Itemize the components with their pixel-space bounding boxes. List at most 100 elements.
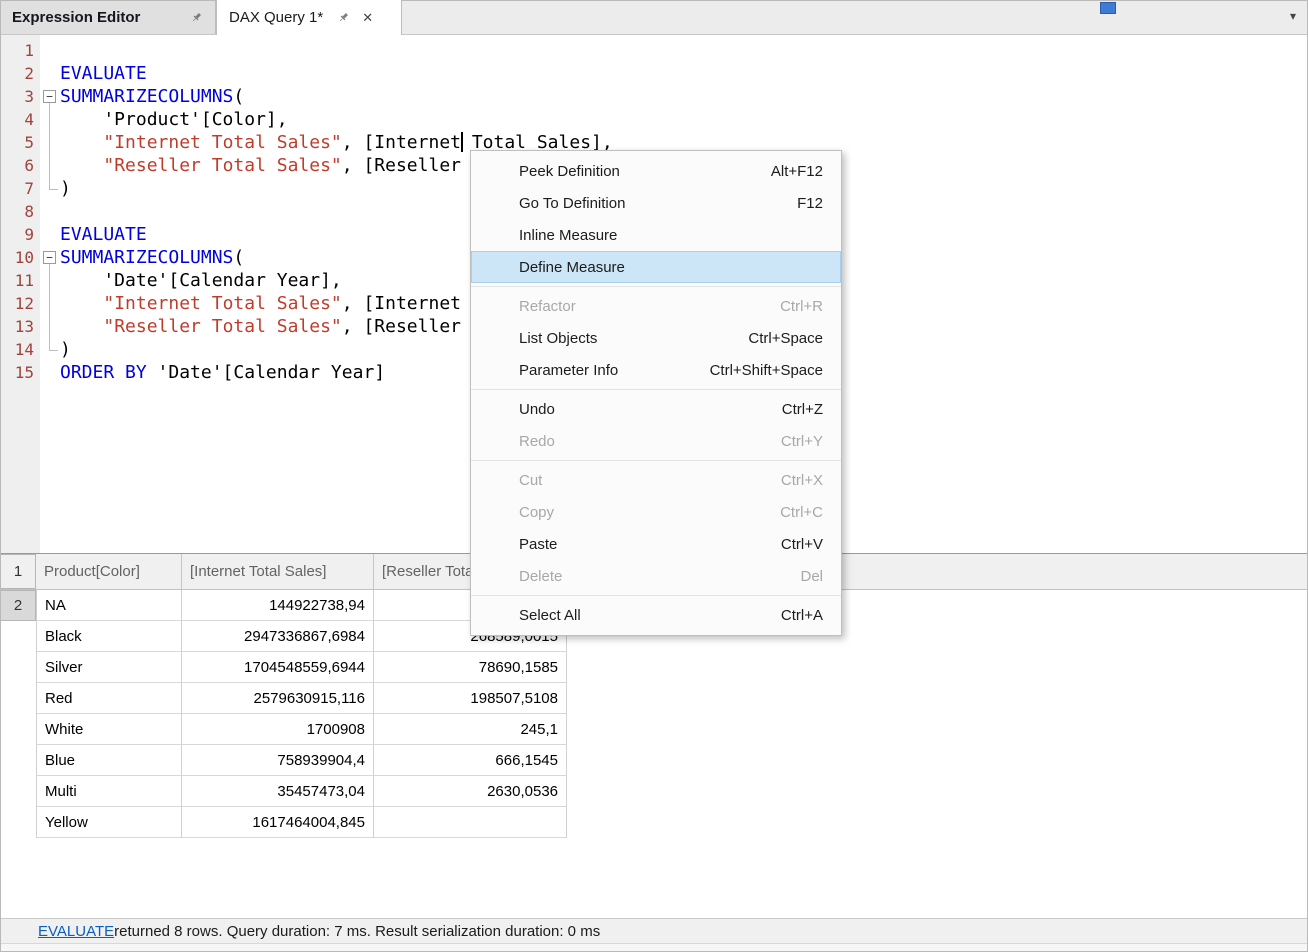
table-cell[interactable]: 245,1 <box>374 714 567 745</box>
status-message: returned 8 rows. Query duration: 7 ms. R… <box>114 923 600 940</box>
table-cell[interactable]: Silver <box>36 652 182 683</box>
menu-item-undo[interactable]: UndoCtrl+Z <box>471 393 841 425</box>
table-cell[interactable]: 666,1545 <box>374 745 567 776</box>
table-cell[interactable]: Red <box>36 683 182 714</box>
table-row: Blue758939904,4666,1545 <box>0 745 567 776</box>
line-number: 13 <box>0 315 34 338</box>
table-cell[interactable]: 2947336867,6984 <box>182 621 374 652</box>
menu-item-shortcut: Ctrl+Y <box>781 433 823 450</box>
result-set-button-1[interactable]: 1 <box>0 554 36 589</box>
line-number: 3 <box>0 85 34 108</box>
line-number: 14 <box>0 338 34 361</box>
code-text: ) <box>60 177 71 200</box>
table-cell[interactable]: 35457473,04 <box>182 776 374 807</box>
app-window: Expression EditorDAX Query 1*✕ ▾ 12EVALU… <box>0 0 1308 952</box>
menu-item-label: Inline Measure <box>519 227 799 244</box>
table-row: Silver1704548559,694478690,1585 <box>0 652 567 683</box>
table-cell[interactable]: Black <box>36 621 182 652</box>
table-cell[interactable]: 2630,0536 <box>374 776 567 807</box>
row-gutter <box>0 683 36 714</box>
table-cell[interactable]: 2579630915,116 <box>182 683 374 714</box>
column-header-internet-total-sales[interactable]: [Internet Total Sales] <box>182 554 374 589</box>
menu-item-list-objects[interactable]: List ObjectsCtrl+Space <box>471 322 841 354</box>
pin-icon[interactable] <box>337 11 350 24</box>
menu-item-inline-measure[interactable]: Inline Measure <box>471 219 841 251</box>
table-row: Red2579630915,116198507,5108 <box>0 683 567 714</box>
line-number: 1 <box>0 39 34 62</box>
menu-item-label: Parameter Info <box>519 362 686 379</box>
menu-item-label: Redo <box>519 433 757 450</box>
code-line[interactable]: 4 'Product'[Color], <box>0 108 1308 131</box>
code-text: EVALUATE <box>60 223 147 246</box>
menu-item-label: Go To Definition <box>519 195 773 212</box>
menu-item-go-to-definition[interactable]: Go To Definition F12 <box>471 187 841 219</box>
menu-item-label: Cut <box>519 472 757 489</box>
menu-item-shortcut: Ctrl+V <box>781 536 823 553</box>
table-cell[interactable]: White <box>36 714 182 745</box>
tab-list-dropdown-icon[interactable]: ▾ <box>1290 9 1296 23</box>
menu-item-label: Copy <box>519 504 756 521</box>
row-gutter <box>0 714 36 745</box>
code-text: ORDER BY 'Date'[Calendar Year] <box>60 361 385 384</box>
row-gutter <box>0 807 36 838</box>
line-number: 9 <box>0 223 34 246</box>
table-cell[interactable]: Yellow <box>36 807 182 838</box>
table-cell[interactable]: 758939904,4 <box>182 745 374 776</box>
line-number: 2 <box>0 62 34 85</box>
menu-item-define-measure[interactable]: Define Measure <box>471 251 841 283</box>
table-cell[interactable]: NA <box>36 590 182 621</box>
menu-separator <box>471 460 841 461</box>
menu-item-paste[interactable]: PasteCtrl+V <box>471 528 841 560</box>
close-icon[interactable]: ✕ <box>362 11 373 24</box>
tab-expression-editor[interactable]: Expression Editor <box>0 0 216 34</box>
menu-item-refactor: RefactorCtrl+R <box>471 290 841 322</box>
table-cell[interactable]: 198507,5108 <box>374 683 567 714</box>
code-line[interactable]: 1 <box>0 39 1308 62</box>
status-evaluate-link[interactable]: EVALUATE <box>38 923 114 940</box>
row-gutter <box>0 745 36 776</box>
code-line[interactable]: 3SUMMARIZECOLUMNS( <box>0 85 1308 108</box>
window-footer <box>0 943 1308 952</box>
pin-icon[interactable] <box>190 11 203 24</box>
document-icon[interactable] <box>1100 2 1116 14</box>
table-cell[interactable]: 144922738,94 <box>182 590 374 621</box>
tab-bar: Expression Editor DAX Query 1* ✕ ▾ <box>0 0 1308 35</box>
menu-item-label: Refactor <box>519 298 756 315</box>
table-cell[interactable]: 78690,1585 <box>374 652 567 683</box>
menu-item-parameter-info[interactable]: Parameter InfoCtrl+Shift+Space <box>471 354 841 386</box>
context-menu: Peek DefinitionAlt+F12 Go To Definition F1… <box>470 150 842 636</box>
table-cell[interactable]: 1704548559,6944 <box>182 652 374 683</box>
table-cell[interactable]: Blue <box>36 745 182 776</box>
tab-dax-query-1[interactable]: DAX Query 1* ✕ <box>216 0 402 35</box>
table-row: Multi35457473,042630,0536 <box>0 776 567 807</box>
table-row: White1700908245,1 <box>0 714 567 745</box>
code-line[interactable]: 2EVALUATE <box>0 62 1308 85</box>
menu-item-shortcut: Ctrl+X <box>781 472 823 489</box>
column-header-product-color[interactable]: Product[Color] <box>36 554 182 589</box>
table-cell[interactable]: 1700908 <box>182 714 374 745</box>
line-number: 11 <box>0 269 34 292</box>
menu-separator <box>471 286 841 287</box>
fold-guide-line <box>49 103 50 189</box>
status-bar: EVALUATE returned 8 rows. Query duration… <box>0 918 1308 943</box>
row-gutter <box>0 776 36 807</box>
menu-item-select-all[interactable]: Select AllCtrl+A <box>471 599 841 631</box>
menu-separator <box>471 389 841 390</box>
row-gutter <box>0 621 36 652</box>
code-text: 'Date'[Calendar Year], <box>60 269 342 292</box>
result-set-button-2[interactable]: 2 <box>0 590 36 621</box>
tab-label: DAX Query 1* <box>229 9 323 26</box>
line-number: 7 <box>0 177 34 200</box>
menu-item-cut: Cut Ctrl+X <box>471 464 841 496</box>
table-cell[interactable] <box>374 807 567 838</box>
line-number: 8 <box>0 200 34 223</box>
table-cell[interactable]: 1617464004,845 <box>182 807 374 838</box>
table-cell[interactable]: Multi <box>36 776 182 807</box>
row-gutter <box>0 652 36 683</box>
menu-item-delete: DeleteDel <box>471 560 841 592</box>
menu-item-shortcut: F12 <box>797 195 823 212</box>
fold-collapse-icon[interactable]: − <box>43 251 56 264</box>
menu-item-redo: Redo Ctrl+Y <box>471 425 841 457</box>
menu-item-peek-definition[interactable]: Peek DefinitionAlt+F12 <box>471 155 841 187</box>
fold-collapse-icon[interactable]: − <box>43 90 56 103</box>
